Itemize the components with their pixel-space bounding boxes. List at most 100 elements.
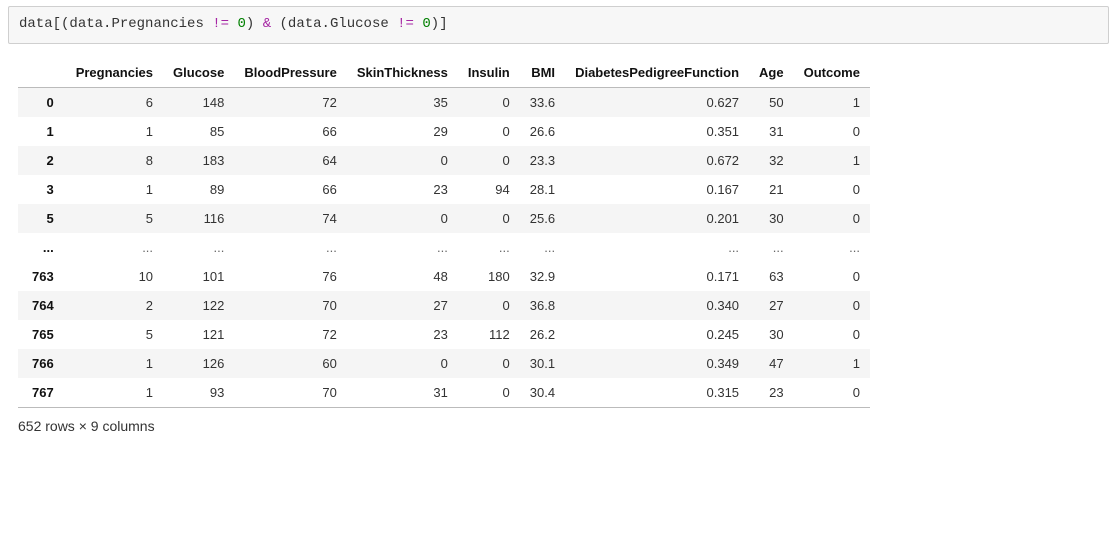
cell: 64	[234, 146, 346, 175]
row-index: 764	[18, 291, 66, 320]
code-input[interactable]: data[(data.Pregnancies != 0) & (data.Glu…	[8, 6, 1109, 44]
output-area: PregnanciesGlucoseBloodPressureSkinThick…	[8, 44, 1109, 434]
row-index: 2	[18, 146, 66, 175]
cell: 70	[234, 291, 346, 320]
cell: 72	[234, 87, 346, 117]
cell: 1	[794, 349, 870, 378]
index-header	[18, 58, 66, 88]
row-index: 766	[18, 349, 66, 378]
table-row: 061487235033.60.627501	[18, 87, 870, 117]
cell: ...	[520, 233, 565, 262]
cell: 0.201	[565, 204, 749, 233]
cell: 101	[163, 262, 234, 291]
code-token: 0	[237, 16, 245, 32]
code-token	[389, 16, 397, 32]
cell: 0	[458, 378, 520, 408]
cell: 0.171	[565, 262, 749, 291]
cell: 94	[458, 175, 520, 204]
notebook-cell: data[(data.Pregnancies != 0) & (data.Glu…	[0, 0, 1117, 442]
header-row: PregnanciesGlucoseBloodPressureSkinThick…	[18, 58, 870, 88]
cell: 0.349	[565, 349, 749, 378]
cell: 32	[749, 146, 794, 175]
cell: 0.672	[565, 146, 749, 175]
cell: 30	[749, 320, 794, 349]
cell: 5	[66, 204, 163, 233]
cell: 10	[66, 262, 163, 291]
column-header: BMI	[520, 58, 565, 88]
cell: 30	[749, 204, 794, 233]
cell: 0	[794, 320, 870, 349]
cell: 70	[234, 378, 346, 408]
cell: 89	[163, 175, 234, 204]
cell: 23	[749, 378, 794, 408]
code-token: (	[280, 16, 288, 32]
table-body: 061487235033.60.62750111856629026.60.351…	[18, 87, 870, 407]
table-row: 7655121722311226.20.245300	[18, 320, 870, 349]
cell: 116	[163, 204, 234, 233]
cell: 8	[66, 146, 163, 175]
code-token: Pregnancies	[111, 16, 203, 32]
code-token: data	[288, 16, 322, 32]
cell: 23	[347, 175, 458, 204]
row-index: 5	[18, 204, 66, 233]
cell: 1	[66, 349, 163, 378]
row-index: 1	[18, 117, 66, 146]
cell: 0	[794, 117, 870, 146]
cell: 0.340	[565, 291, 749, 320]
table-row: 318966239428.10.167210	[18, 175, 870, 204]
cell: 23	[347, 320, 458, 349]
cell: 25.6	[520, 204, 565, 233]
cell: 72	[234, 320, 346, 349]
cell: 6	[66, 87, 163, 117]
cell: ...	[234, 233, 346, 262]
cell: 36.8	[520, 291, 565, 320]
dataframe-shape-footer: 652 rows × 9 columns	[18, 418, 1109, 434]
cell: 0.315	[565, 378, 749, 408]
cell: 0.627	[565, 87, 749, 117]
code-token	[254, 16, 262, 32]
cell: 0	[794, 204, 870, 233]
cell: ...	[66, 233, 163, 262]
cell: ...	[749, 233, 794, 262]
code-token	[271, 16, 279, 32]
cell: 1	[794, 87, 870, 117]
cell: 60	[234, 349, 346, 378]
cell: 30.1	[520, 349, 565, 378]
cell: 63	[749, 262, 794, 291]
cell: 0	[347, 349, 458, 378]
cell: 0	[458, 117, 520, 146]
cell: 27	[347, 291, 458, 320]
cell: 27	[749, 291, 794, 320]
cell: 29	[347, 117, 458, 146]
cell: 85	[163, 117, 234, 146]
cell: 1	[66, 117, 163, 146]
cell: 0	[347, 146, 458, 175]
code-token	[204, 16, 212, 32]
cell: 33.6	[520, 87, 565, 117]
cell: 93	[163, 378, 234, 408]
table-row: 55116740025.60.201300	[18, 204, 870, 233]
cell: 32.9	[520, 262, 565, 291]
cell: 0	[458, 146, 520, 175]
cell: 50	[749, 87, 794, 117]
cell: 183	[163, 146, 234, 175]
table-row: 76421227027036.80.340270	[18, 291, 870, 320]
cell: 0	[347, 204, 458, 233]
cell: 76	[234, 262, 346, 291]
cell: 0	[794, 175, 870, 204]
column-header: Insulin	[458, 58, 520, 88]
cell: 31	[749, 117, 794, 146]
table-row: 7671937031030.40.315230	[18, 378, 870, 408]
cell: 31	[347, 378, 458, 408]
cell: 0.167	[565, 175, 749, 204]
cell: 122	[163, 291, 234, 320]
cell: 0	[458, 204, 520, 233]
cell: 66	[234, 175, 346, 204]
code-token: .	[322, 16, 330, 32]
cell: 26.2	[520, 320, 565, 349]
table-row: 28183640023.30.672321	[18, 146, 870, 175]
cell: 180	[458, 262, 520, 291]
column-header: Pregnancies	[66, 58, 163, 88]
column-header: Outcome	[794, 58, 870, 88]
code-token: data	[69, 16, 103, 32]
